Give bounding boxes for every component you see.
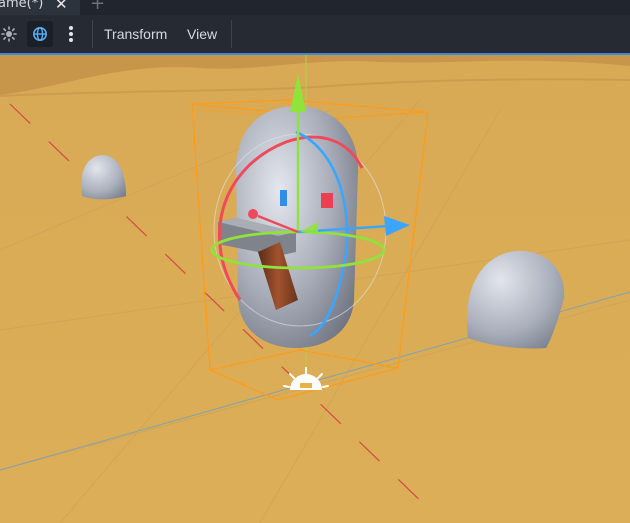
close-icon[interactable]: ✕ xyxy=(55,0,68,13)
toolbar-separator xyxy=(92,20,93,48)
kebab-menu-icon[interactable] xyxy=(58,21,84,47)
viewport-toolbar: Transform View xyxy=(0,15,630,55)
capsule-eye-left xyxy=(280,190,287,206)
add-tab-icon[interactable]: + xyxy=(90,0,105,14)
view-menu[interactable]: View xyxy=(187,26,217,42)
capsule-eye-right xyxy=(321,193,333,208)
3d-viewport[interactable] xyxy=(0,55,630,523)
sun-icon[interactable] xyxy=(0,21,22,47)
toolbar-separator xyxy=(231,20,232,48)
scene-tab-bar: ame(*) ✕ + xyxy=(0,0,630,15)
scene-tab[interactable]: ame(*) ✕ xyxy=(0,0,80,15)
globe-icon[interactable] xyxy=(27,21,53,47)
transform-menu[interactable]: Transform xyxy=(104,26,167,42)
translate-handle-x-icon[interactable] xyxy=(248,209,258,219)
scene-tab-label: ame(*) xyxy=(0,0,44,11)
viewport-scene xyxy=(0,55,630,523)
